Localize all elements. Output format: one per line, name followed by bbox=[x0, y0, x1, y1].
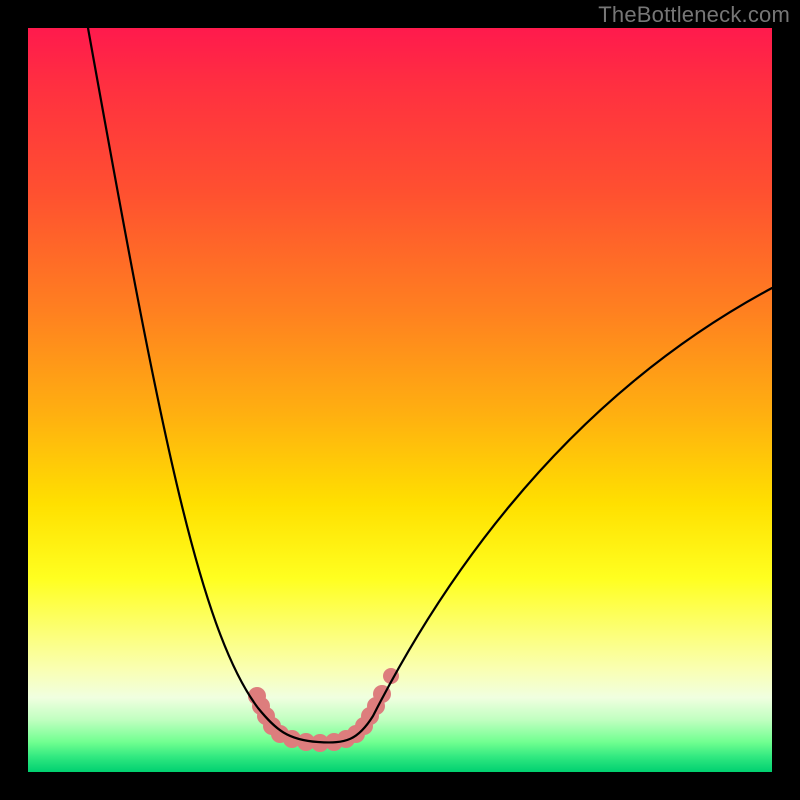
watermark-text: TheBottleneck.com bbox=[598, 2, 790, 28]
chart-svg bbox=[28, 28, 772, 772]
bottleneck-curve bbox=[88, 28, 772, 742]
chart-frame bbox=[28, 28, 772, 772]
